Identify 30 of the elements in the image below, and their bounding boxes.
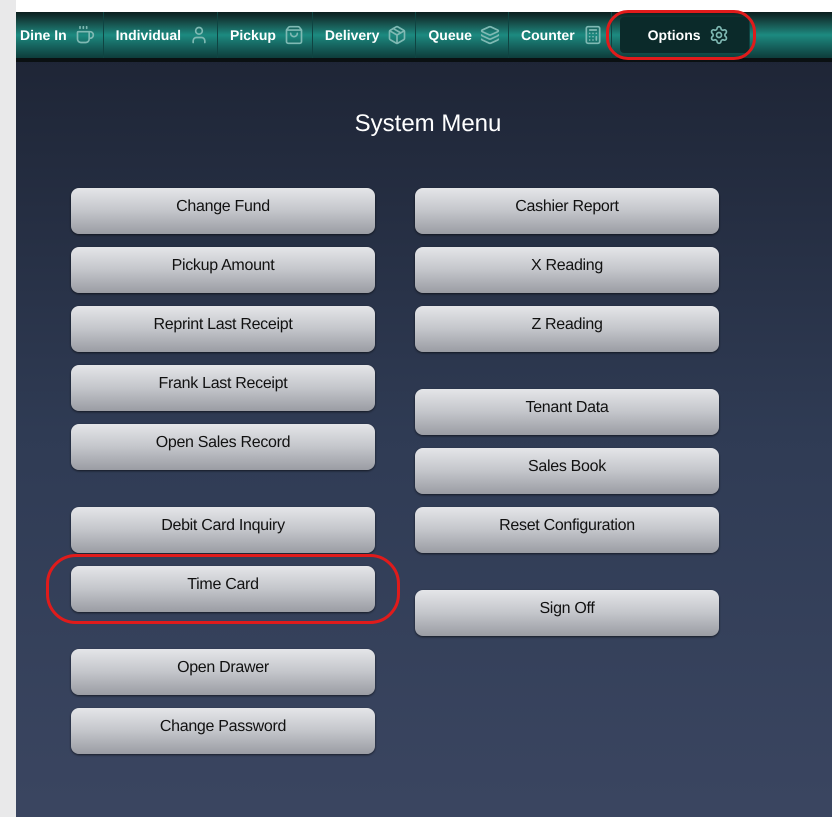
menu-button[interactable]: Open Sales Record (71, 424, 375, 470)
menu-button[interactable]: Debit Card Inquiry (71, 507, 375, 553)
settings-icon (708, 25, 729, 45)
tab[interactable]: Queue (416, 12, 509, 58)
tab[interactable]: Individual (104, 12, 218, 58)
bag-icon (284, 25, 304, 45)
menu-button[interactable]: Sales Book (415, 448, 719, 494)
menu-button[interactable]: Frank Last Receipt (71, 365, 375, 411)
tab[interactable]: Dine In (16, 12, 104, 58)
tab[interactable]: Pickup (218, 12, 313, 58)
package-icon (387, 25, 408, 45)
menu-button[interactable]: Pickup Amount (71, 247, 375, 293)
tab[interactable]: Options (620, 17, 750, 53)
menu-button[interactable]: Sign Off (415, 590, 719, 636)
menu-button[interactable]: Tenant Data (415, 389, 719, 435)
stack-icon (480, 25, 500, 45)
menu-button[interactable]: Cashier Report (415, 188, 719, 234)
menu-button[interactable]: Open Drawer (71, 649, 375, 695)
menu-button[interactable]: Change Password (71, 708, 375, 754)
tab[interactable]: Delivery (312, 12, 416, 58)
menu-button[interactable]: Reset Configuration (415, 507, 719, 553)
cup-icon (74, 25, 95, 45)
calculator-icon (582, 25, 603, 45)
menu-button[interactable]: Reprint Last Receipt (71, 306, 375, 352)
menu-button[interactable]: X Reading (415, 247, 719, 293)
menu-button[interactable]: Z Reading (415, 306, 719, 352)
menu-button[interactable]: Change Fund (71, 188, 375, 234)
tab[interactable]: Counter (508, 12, 612, 58)
menu-button[interactable]: Time Card (71, 566, 375, 612)
menu-title: System Menu (354, 109, 502, 139)
